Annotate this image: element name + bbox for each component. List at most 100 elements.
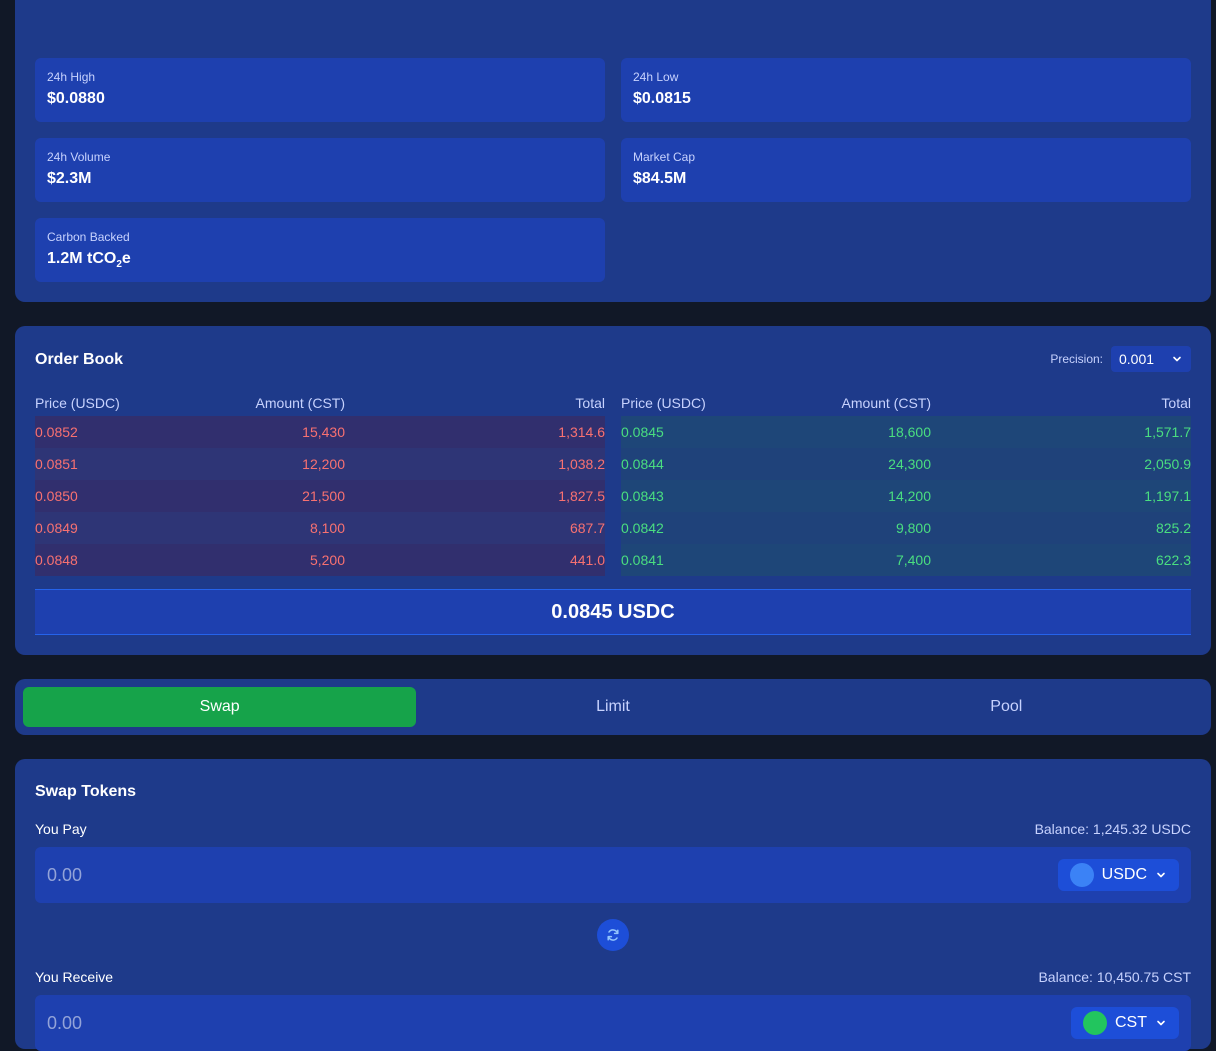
- ask-total: 441.0: [569, 552, 605, 568]
- ask-price: 0.0851: [35, 456, 78, 472]
- ask-price: 0.0849: [35, 520, 78, 536]
- swap-title: Swap Tokens: [35, 783, 137, 800]
- bid-row[interactable]: 0.0843 14,200 1,197.1: [621, 480, 1191, 512]
- order-book-title: Order Book: [35, 351, 124, 368]
- ask-row[interactable]: 0.0849 8,100 687.7: [35, 512, 605, 544]
- bid-price: 0.0844: [621, 456, 664, 472]
- receive-amount-input[interactable]: 0.00: [47, 1013, 82, 1034]
- mid-price: 0.0845 USDC: [35, 589, 1191, 635]
- stat-24h-volume: 24h Volume $2.3M: [35, 138, 605, 202]
- pay-label: You Pay: [35, 821, 87, 837]
- bids-table: Price (USDC) Amount (CST) Total 0.0845 18…: [621, 390, 1191, 576]
- bid-total: 2,050.9: [1144, 456, 1191, 472]
- bid-amount: 9,800: [895, 520, 931, 536]
- bid-total: 825.2: [1155, 520, 1191, 536]
- trade-tabs: Swap Limit Pool: [15, 679, 1211, 735]
- stat-label: Carbon Backed: [47, 230, 130, 244]
- tab-pool[interactable]: Pool: [810, 687, 1203, 727]
- ask-amount: 12,200: [302, 456, 345, 472]
- stat-market-cap: Market Cap $84.5M: [621, 138, 1191, 202]
- bid-amount: 24,300: [888, 456, 931, 472]
- pay-balance: Balance: 1,245.32 USDC: [1034, 821, 1191, 837]
- stat-24h-high: 24h High $0.0880: [35, 58, 605, 122]
- carbon-value-suffix: e: [121, 250, 131, 267]
- stat-value: $84.5M: [633, 170, 687, 187]
- pay-amount-input[interactable]: 0.00: [47, 865, 82, 886]
- receive-token-label: CST: [1115, 1014, 1147, 1031]
- header-total: Total: [1161, 395, 1191, 411]
- tab-limit[interactable]: Limit: [416, 687, 809, 727]
- ask-price: 0.0848: [35, 552, 78, 568]
- chevron-down-icon: [1157, 1020, 1165, 1026]
- stat-value: $2.3M: [47, 170, 92, 187]
- stat-value: $0.0880: [47, 90, 105, 107]
- header-total: Total: [575, 395, 605, 411]
- bid-amount: 14,200: [888, 488, 931, 504]
- ask-total: 1,314.6: [558, 424, 605, 440]
- receive-token-select[interactable]: CST: [1071, 1007, 1179, 1039]
- ask-amount: 15,430: [302, 424, 345, 440]
- bid-amount: 7,400: [895, 552, 931, 568]
- asks-header: Price (USDC) Amount (CST) Total: [35, 390, 605, 416]
- ask-row[interactable]: 0.0851 12,200 1,038.2: [35, 448, 605, 480]
- bid-price: 0.0842: [621, 520, 664, 536]
- bid-row[interactable]: 0.0841 7,400 622.3: [621, 544, 1191, 576]
- stat-carbon-backed: Carbon Backed 1.2M tCO2e: [35, 218, 605, 282]
- pay-amount-field: 0.00 USDC: [35, 847, 1191, 903]
- bid-amount: 18,600: [888, 424, 931, 440]
- asks-table: Price (USDC) Amount (CST) Total 0.0852 15…: [35, 390, 605, 576]
- header-amount: Amount (CST): [255, 395, 345, 411]
- ask-row[interactable]: 0.0852 15,430 1,314.6: [35, 416, 605, 448]
- ask-row[interactable]: 0.0848 5,200 441.0: [35, 544, 605, 576]
- ask-amount: 5,200: [309, 552, 345, 568]
- ask-price: 0.0850: [35, 488, 78, 504]
- order-book-panel: Order Book Precision: 0.001 Price (USDC)…: [15, 326, 1211, 655]
- chevron-down-icon: [1157, 872, 1165, 878]
- market-stats-panel: 24h High $0.0880 24h Low $0.0815 24h Vol…: [15, 0, 1211, 302]
- bid-row[interactable]: 0.0842 9,800 825.2: [621, 512, 1191, 544]
- swap-direction-button[interactable]: [597, 919, 629, 951]
- stat-value: 1.2M tCO2e: [47, 250, 593, 274]
- precision-select[interactable]: 0.001: [1111, 346, 1191, 372]
- bid-total: 1,571.7: [1144, 424, 1191, 440]
- ask-price: 0.0852: [35, 424, 78, 440]
- stat-label: 24h Low: [633, 70, 679, 84]
- bid-total: 622.3: [1155, 552, 1191, 568]
- bid-price: 0.0843: [621, 488, 664, 504]
- usdc-token-icon: [1069, 863, 1094, 887]
- ask-total: 1,038.2: [558, 456, 605, 472]
- bid-price: 0.0845: [621, 424, 664, 440]
- ask-total: 1,827.5: [558, 488, 605, 504]
- ask-amount: 8,100: [309, 520, 345, 536]
- ask-total: 687.7: [569, 520, 605, 536]
- receive-amount-field: 0.00 CST: [35, 995, 1191, 1051]
- stat-label: Market Cap: [633, 150, 696, 164]
- stat-label: 24h High: [47, 70, 96, 84]
- cst-token-icon: [1083, 1011, 1107, 1035]
- bid-row[interactable]: 0.0844 24,300 2,050.9: [621, 448, 1191, 480]
- chevron-down-icon: [1173, 356, 1181, 362]
- precision-label: Precision:: [1050, 352, 1103, 366]
- refresh-icon: [607, 929, 619, 941]
- header-price: Price (USDC): [621, 395, 706, 411]
- ask-row[interactable]: 0.0850 21,500 1,827.5: [35, 480, 605, 512]
- ask-amount: 21,500: [302, 488, 345, 504]
- precision-control: Precision: 0.001: [1050, 346, 1191, 372]
- bid-price: 0.0841: [621, 552, 664, 568]
- precision-value: 0.001: [1119, 351, 1155, 367]
- bids-header: Price (USDC) Amount (CST) Total: [621, 390, 1191, 416]
- pay-token-label: USDC: [1101, 866, 1147, 883]
- stat-24h-low: 24h Low $0.0815: [621, 58, 1191, 122]
- receive-balance: Balance: 10,450.75 CST: [1038, 969, 1191, 985]
- header-amount: Amount (CST): [841, 395, 931, 411]
- bid-total: 1,197.1: [1144, 488, 1191, 504]
- pay-token-select[interactable]: USDC: [1057, 859, 1179, 891]
- stat-label: 24h Volume: [47, 150, 111, 164]
- bid-row[interactable]: 0.0845 18,600 1,571.7: [621, 416, 1191, 448]
- stat-value: $0.0815: [633, 90, 691, 107]
- receive-label: You Receive: [35, 969, 114, 985]
- header-price: Price (USDC): [35, 395, 120, 411]
- swap-panel: Swap Tokens You Pay Balance: 1,245.32 US…: [15, 759, 1211, 1051]
- carbon-value-main: 1.2M tCO: [47, 250, 117, 267]
- tab-swap[interactable]: Swap: [23, 687, 417, 727]
